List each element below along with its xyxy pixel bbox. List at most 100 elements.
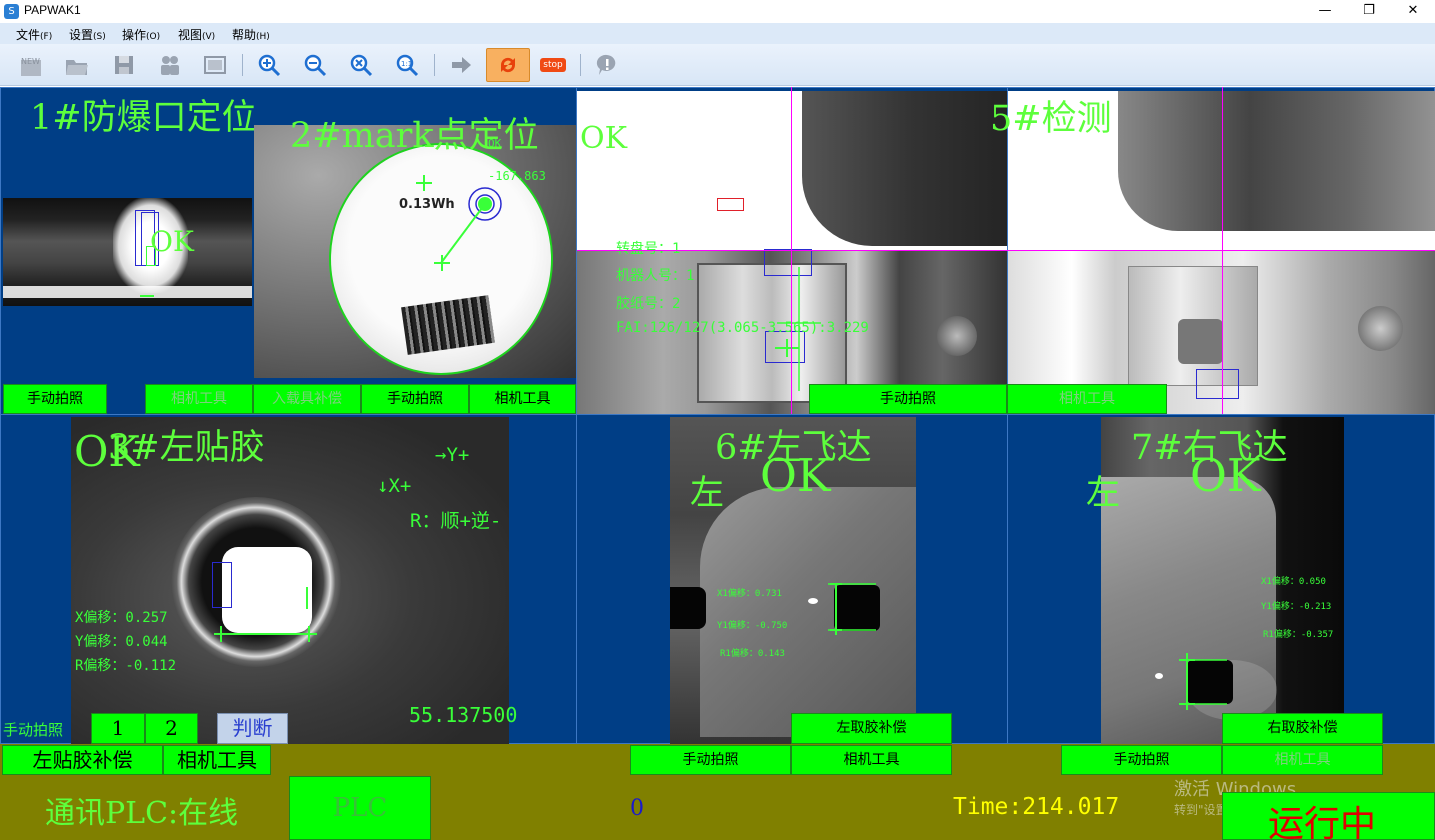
- panel-3-button-2[interactable]: 2: [145, 713, 198, 744]
- panel-7-camera-tool-button[interactable]: 相机工具: [1222, 745, 1383, 775]
- menu-file[interactable]: 文件(F): [16, 26, 52, 43]
- save-icon: [115, 56, 133, 74]
- mark-overlay: [416, 175, 502, 271]
- panel-3-judge-button[interactable]: 判断: [217, 713, 288, 744]
- panel-6-offset-r: R1偏移：0.143: [720, 649, 785, 659]
- run-button[interactable]: [444, 50, 478, 80]
- zoom-in-icon: [258, 54, 281, 77]
- zoom-in-button[interactable]: [252, 50, 286, 80]
- panel-5-camera-tool-button[interactable]: 相机工具: [1007, 384, 1167, 414]
- svg-text:1:1: 1:1: [401, 60, 412, 68]
- panel-2-compensation-button[interactable]: 入载具补偿: [253, 384, 361, 414]
- panel-7-compensation-button[interactable]: 右取胶补偿: [1222, 713, 1383, 744]
- panel-1-ok: OK: [150, 225, 194, 258]
- panel-4-manual-button[interactable]: 手动拍照: [809, 384, 1007, 414]
- panel-3-axis-x: ↓X+: [377, 475, 412, 497]
- loop-button[interactable]: [486, 48, 530, 82]
- menu-settings[interactable]: 设置(S): [69, 26, 106, 43]
- running-indicator: 运行中: [1222, 792, 1435, 840]
- fullscreen-button[interactable]: [198, 50, 232, 80]
- info-button[interactable]: [590, 50, 624, 80]
- menu-view[interactable]: 视图(V): [178, 26, 215, 43]
- maximize-button[interactable]: ❐: [1346, 0, 1392, 23]
- panel-6-offset-y: Y1偏移：-0.750: [717, 621, 788, 631]
- panel-2-camera-tool-button[interactable]: 相机工具: [469, 384, 576, 414]
- panel-7-ok: OK: [1190, 449, 1261, 502]
- left-paste-compensation-button[interactable]: 左贴胶补偿: [2, 745, 163, 775]
- folder-open-icon: [66, 60, 88, 75]
- toolbar-separator: [242, 54, 243, 76]
- toolbar-separator: [434, 54, 435, 76]
- panel-3-axis-y: →Y+: [435, 444, 470, 466]
- users-icon: [161, 56, 179, 75]
- new-button[interactable]: NEW: [14, 50, 48, 80]
- panel-1-title: 1#防爆口定位: [30, 98, 257, 138]
- panel-7-manual-button[interactable]: 手动拍照: [1061, 745, 1222, 775]
- panel-4-line-3: 胶纸号：2: [616, 296, 681, 312]
- stop-icon: stop: [540, 58, 566, 72]
- panel-3-offset-x: X偏移：0.257: [75, 610, 168, 626]
- counter: 0: [630, 796, 644, 821]
- panel-1-manual-button[interactable]: 手动拍照: [3, 384, 107, 414]
- window-title: PAPWAK1: [24, 3, 81, 17]
- panel-6-ok: OK: [760, 449, 831, 502]
- panel-3-title: 3#左贴胶: [108, 428, 265, 468]
- zoom-out-icon: [304, 54, 327, 77]
- open-button[interactable]: [60, 50, 94, 80]
- panel-6-compensation-button[interactable]: 左取胶补偿: [791, 713, 952, 744]
- panel-5-title: 5#检测: [990, 99, 1112, 139]
- panel-7-offset-y: Y1偏移：-0.213: [1261, 602, 1332, 612]
- panel-6-offset-x: X1偏移：0.731: [717, 589, 782, 599]
- fullscreen-icon: [204, 56, 226, 74]
- svg-text:NEW: NEW: [21, 57, 40, 66]
- menu-bar: 文件(F) 设置(S) 操作(O) 视图(V) 帮助(H): [0, 23, 1435, 44]
- panel-4-ok: OK: [580, 121, 628, 156]
- crosshair-vertical: [1222, 87, 1223, 414]
- panel-3-offset-y: Y偏移：0.044: [75, 634, 168, 650]
- toolbar: NEW 1:1 stop: [0, 44, 1435, 86]
- panel-1-camera-tool-button[interactable]: 相机工具: [145, 384, 253, 414]
- panel-6-camera-tool-button[interactable]: 相机工具: [791, 745, 952, 775]
- panel-4-line-1: 转盘号：1: [616, 241, 681, 257]
- info-icon: [596, 54, 616, 75]
- panel-6-manual-button[interactable]: 手动拍照: [630, 745, 791, 775]
- panel-2-value: -167.863: [488, 169, 546, 183]
- panel-3-value: 55.137500: [409, 703, 518, 727]
- menu-operation[interactable]: 操作(O): [122, 26, 160, 43]
- panel-3-axis-r: R：顺+逆-: [410, 510, 502, 532]
- close-button[interactable]: ✕: [1390, 0, 1435, 23]
- app-icon: S: [4, 4, 19, 19]
- save-button[interactable]: [107, 50, 141, 80]
- new-icon: NEW: [21, 57, 41, 76]
- zoom-actual-icon: 1:1: [396, 54, 419, 77]
- users-button[interactable]: [153, 50, 187, 80]
- zoom-actual-button[interactable]: 1:1: [390, 50, 424, 80]
- zoom-out-button[interactable]: [298, 50, 332, 80]
- stop-button[interactable]: stop: [536, 50, 570, 80]
- panel-7-offset-r: R1偏移：-0.357: [1263, 630, 1334, 640]
- menu-help[interactable]: 帮助(H): [232, 26, 270, 43]
- panel-3-offset-r: R偏移：-0.112: [75, 658, 177, 674]
- plc-status: 通讯PLC:在线: [45, 796, 239, 831]
- mark-line: [140, 295, 154, 297]
- zoom-fit-button[interactable]: [344, 50, 378, 80]
- title-bar: S PAPWAK1 — ❐ ✕: [0, 0, 1435, 23]
- arrow-right-icon: [452, 57, 471, 73]
- panel-4-line-2: 机器人号：1: [616, 268, 695, 284]
- panel-7-side: 左: [1086, 473, 1120, 513]
- cycle-time: Time:214.017: [953, 794, 1120, 820]
- panel-3-camera-tool-button[interactable]: 相机工具: [163, 745, 271, 775]
- panel-3-button-1[interactable]: 1: [91, 713, 145, 744]
- crosshair-horizontal: [577, 250, 1435, 251]
- panel-3-manual-label[interactable]: 手动拍照: [3, 719, 63, 740]
- status-bar: 左贴胶补偿 相机工具 手动拍照 相机工具 手动拍照 相机工具 通讯PLC:在线 …: [0, 744, 1435, 840]
- panel-7-offset-x: X1偏移：0.050: [1261, 577, 1326, 587]
- plc-button[interactable]: PLC: [289, 776, 431, 840]
- panel-4-line-4: FAI:126/127(3.065-3.565):3.229: [616, 320, 869, 336]
- panel-2-manual-button[interactable]: 手动拍照: [361, 384, 469, 414]
- crosshair-vertical: [791, 87, 792, 414]
- minimize-button[interactable]: —: [1302, 0, 1348, 23]
- panel-2-title: 2#mark点定位: [290, 116, 539, 156]
- toolbar-separator: [580, 54, 581, 76]
- panel-6-side: 左: [690, 473, 724, 513]
